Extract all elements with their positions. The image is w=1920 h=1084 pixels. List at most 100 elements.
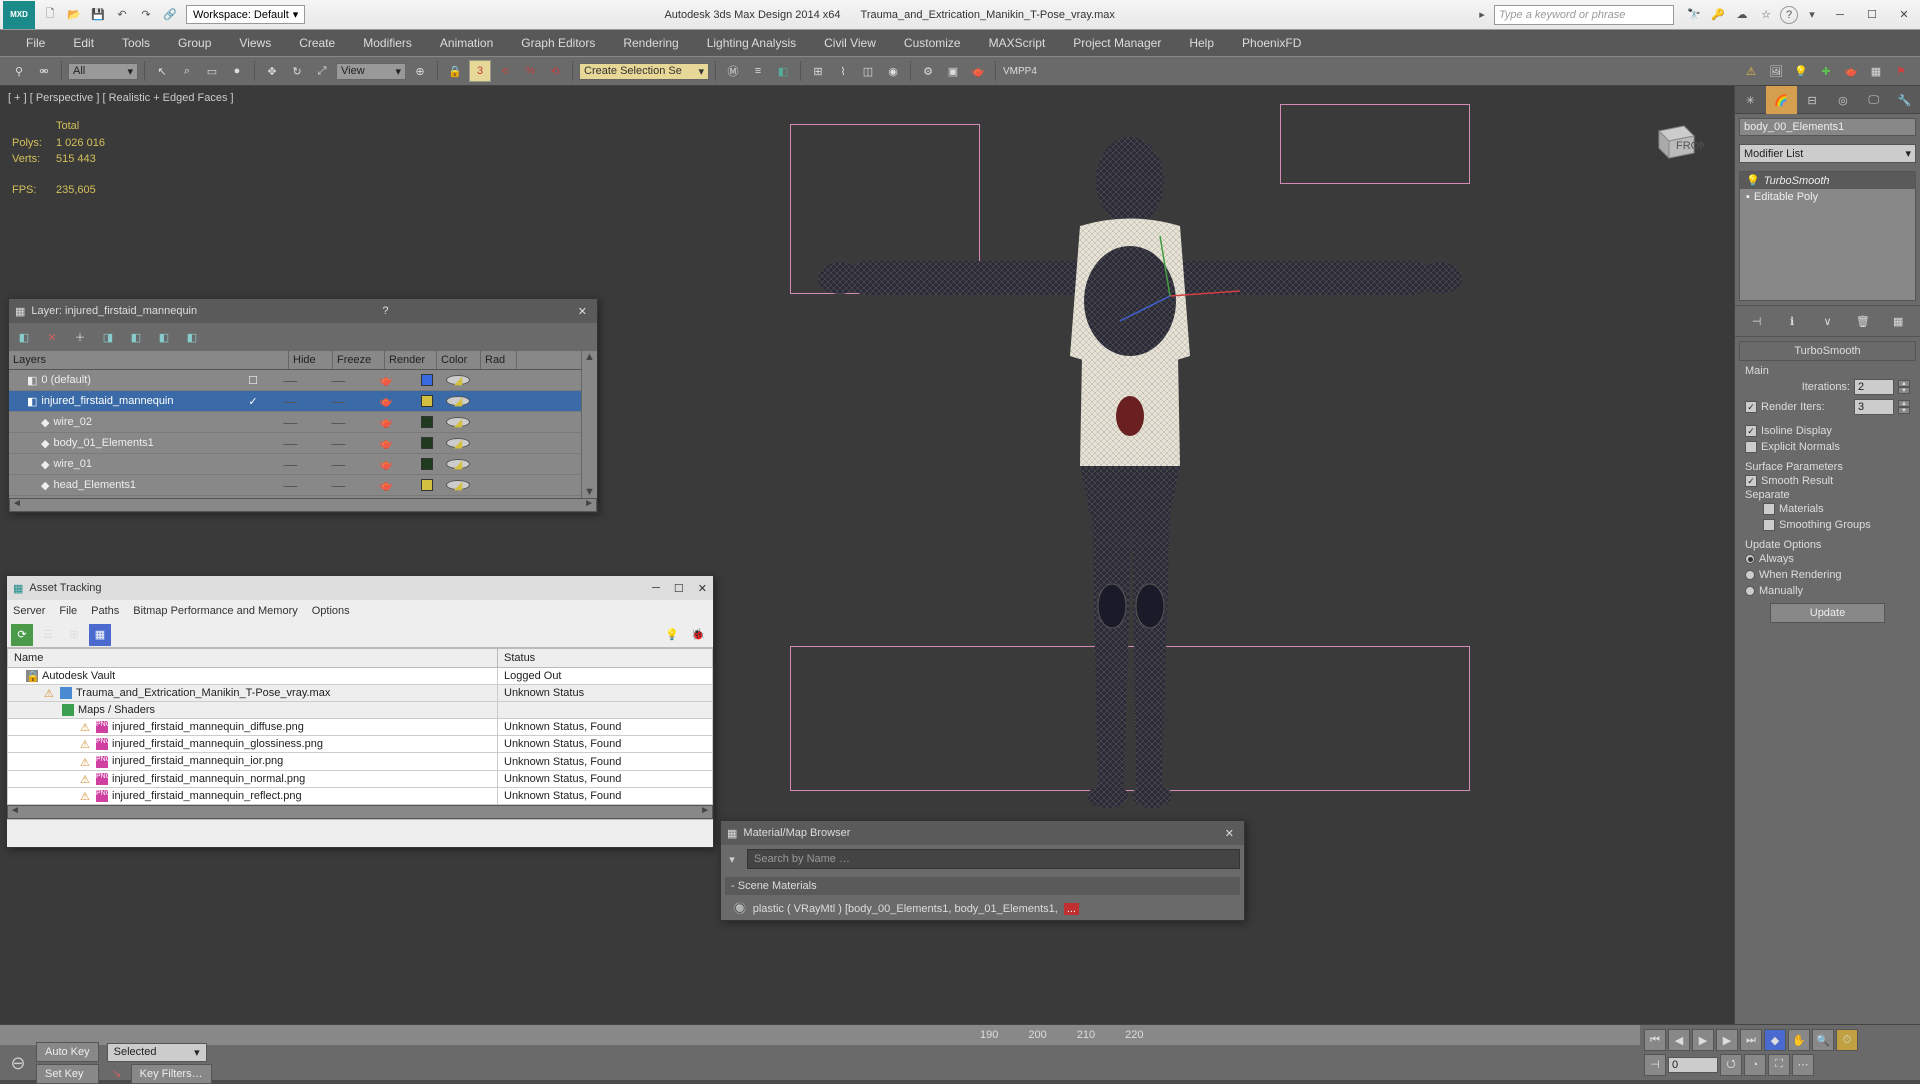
show-result-icon[interactable]: ℹ	[1781, 310, 1803, 332]
add-icon[interactable]: ＋	[71, 328, 89, 346]
layers-icon[interactable]: ◧	[772, 60, 794, 82]
picture-icon[interactable]: 🖼	[1765, 60, 1787, 82]
named-selection-set[interactable]: Create Selection Se▾	[579, 63, 709, 80]
render-icon[interactable]: 🫖	[379, 479, 393, 492]
menu-civil-view[interactable]: Civil View	[810, 32, 890, 54]
keyfilters-button[interactable]: Key Filters…	[131, 1064, 212, 1084]
make-unique-icon[interactable]: ∨	[1816, 310, 1838, 332]
pin-stack-icon[interactable]: ⊣	[1746, 310, 1768, 332]
rollout-header[interactable]: TurboSmooth	[1739, 341, 1916, 361]
layer-row[interactable]: ◧injured_firstaid_mannequin ✓ — — 🫖 ◢	[9, 391, 581, 412]
material-group[interactable]: - Scene Materials	[725, 877, 1240, 895]
material-search-input[interactable]: Search by Name …	[747, 849, 1240, 869]
layer-sel-icon[interactable]: ◨	[99, 328, 117, 346]
refresh-icon[interactable]: ⟳	[11, 624, 33, 646]
modifier-item[interactable]: ▪Editable Poly	[1740, 189, 1915, 205]
object-name-input[interactable]: body_00_Elements1	[1739, 118, 1916, 136]
redo-icon[interactable]: ↷	[136, 5, 156, 25]
percent-snap-icon[interactable]: %	[519, 60, 541, 82]
render-frame-icon[interactable]: ▣	[942, 60, 964, 82]
material-item[interactable]: 🔘 plastic ( VRayMtl ) [body_00_Elements1…	[727, 899, 1238, 918]
asset-row[interactable]: ⚠PNGinjured_firstaid_mannequin_normal.pn…	[8, 770, 713, 787]
table-icon[interactable]: ▦	[89, 624, 111, 646]
rect-select-icon[interactable]: ▭	[201, 60, 223, 82]
select-name-icon[interactable]: ⌕	[176, 60, 198, 82]
layer-panel-title[interactable]: ▦ Layer: injured_firstaid_mannequin ? ✕	[9, 299, 597, 323]
highlight-icon[interactable]: 💡	[661, 624, 683, 646]
nav-mode-icon[interactable]: ◆	[1764, 1029, 1786, 1051]
layer-row[interactable]: ◆wire_02 — — 🫖 ◢	[9, 412, 581, 433]
key-mode-icon[interactable]: ⊣	[1644, 1054, 1666, 1076]
modifier-stack[interactable]: 💡TurboSmooth ▪Editable Poly	[1739, 171, 1916, 301]
menu-graph-editors[interactable]: Graph Editors	[507, 32, 609, 54]
fov-icon[interactable]: ◔	[1744, 1054, 1766, 1076]
scrollbar-h[interactable]	[9, 498, 597, 512]
modifier-item[interactable]: 💡TurboSmooth	[1740, 172, 1915, 189]
menu-help[interactable]: Help	[1175, 32, 1228, 54]
snap-3-icon[interactable]: 3	[469, 60, 491, 82]
key-tangent-icon[interactable]: ↘	[107, 1064, 127, 1084]
minimize-button[interactable]: ─	[1824, 3, 1856, 27]
menu-project-manager[interactable]: Project Manager	[1059, 32, 1175, 54]
layer-row[interactable]: ◆head_Elements1 — — 🫖 ◢	[9, 475, 581, 496]
render-iters-spinner[interactable]: 3	[1854, 399, 1894, 415]
asset-menu-item[interactable]: Options	[312, 605, 350, 617]
move-icon[interactable]: ✥	[261, 60, 283, 82]
material-panel-title[interactable]: ▦ Material/Map Browser ✕	[721, 821, 1244, 845]
menu-phoenixfd[interactable]: PhoenixFD	[1228, 32, 1315, 54]
select-icon[interactable]: ↖	[151, 60, 173, 82]
layer-hl-icon[interactable]: ◧	[127, 328, 145, 346]
flag-icon[interactable]: ⚑	[1890, 60, 1912, 82]
asset-row[interactable]: ⚠Trauma_and_Extrication_Manikin_T-Pose_v…	[8, 685, 713, 702]
viewcube[interactable]: FRONT	[1644, 116, 1704, 166]
menu-file[interactable]: File	[12, 32, 59, 54]
update-manual-radio[interactable]	[1745, 586, 1755, 596]
layer-list[interactable]: ◧0 (default) ☐ — — 🫖 ◢◧injured_firstaid_…	[9, 370, 581, 498]
maximize-icon[interactable]: ☐	[666, 582, 692, 595]
close-button[interactable]: ✕	[1888, 3, 1920, 27]
list-icon[interactable]: ☰	[37, 624, 59, 646]
mirror-icon[interactable]: Ⓜ	[722, 60, 744, 82]
render-icon[interactable]: 🫖	[379, 458, 393, 471]
minimize-icon[interactable]: ─	[652, 582, 660, 594]
configure-icon[interactable]: ▦	[1887, 310, 1909, 332]
unlink-tool-icon[interactable]: ⚮	[33, 60, 55, 82]
layer-more-icon[interactable]: ◧	[183, 328, 201, 346]
asset-row[interactable]: Maps / Shaders	[8, 702, 713, 719]
hierarchy-tab[interactable]: ⊟	[1797, 86, 1828, 114]
asset-panel-title[interactable]: ▦ Asset Tracking ─ ☐ ✕	[7, 576, 713, 600]
menu-customize[interactable]: Customize	[890, 32, 975, 54]
ref-coord-dropdown[interactable]: View▾	[336, 63, 406, 80]
menu-views[interactable]: Views	[225, 32, 285, 54]
graph-icon[interactable]: ⊞	[807, 60, 829, 82]
col-status[interactable]: Status	[498, 649, 713, 668]
render-icon[interactable]: 🫖	[379, 374, 393, 387]
explicit-normals-checkbox[interactable]	[1745, 441, 1757, 453]
modify-tab[interactable]: 🌈	[1766, 86, 1797, 114]
new-layer-icon[interactable]: ◧	[15, 328, 33, 346]
goto-start-icon[interactable]: ⏮	[1644, 1029, 1666, 1051]
more-icon[interactable]: ⋯	[1792, 1054, 1814, 1076]
scrollbar-v[interactable]: ▲▼	[581, 351, 597, 498]
setkey-button[interactable]: Set Key	[36, 1064, 99, 1084]
close-icon[interactable]: ✕	[698, 582, 707, 595]
timeline[interactable]: 190200210220 ⊖ Auto Key Set Key Selected…	[0, 1025, 1640, 1080]
asset-row[interactable]: 🔒Autodesk VaultLogged Out	[8, 668, 713, 685]
layer-hide-icon[interactable]: ◧	[155, 328, 173, 346]
play-icon[interactable]: ▶	[1692, 1029, 1714, 1051]
asset-row[interactable]: ⚠PNGinjured_firstaid_mannequin_diffuse.p…	[8, 719, 713, 736]
render-iters-checkbox[interactable]: ✓	[1745, 401, 1757, 413]
bug-icon[interactable]: 🐞	[687, 624, 709, 646]
key-icon[interactable]: 🔑	[1708, 5, 1728, 25]
undo-icon[interactable]: ↶	[112, 5, 132, 25]
warning-icon[interactable]: ⚠	[1740, 60, 1762, 82]
zoom-icon[interactable]: 🔍	[1812, 1029, 1834, 1051]
smoothing-groups-checkbox[interactable]	[1763, 519, 1775, 531]
schematic-icon[interactable]: ◫	[857, 60, 879, 82]
create-tab[interactable]: ✳	[1735, 86, 1766, 114]
time-ruler[interactable]: 190200210220	[0, 1025, 1640, 1045]
open-icon[interactable]: 📂	[64, 5, 84, 25]
close-icon[interactable]: ✕	[1221, 827, 1238, 840]
cloud-icon[interactable]: ☁	[1732, 5, 1752, 25]
filter-dropdown[interactable]: All▾	[68, 63, 138, 80]
